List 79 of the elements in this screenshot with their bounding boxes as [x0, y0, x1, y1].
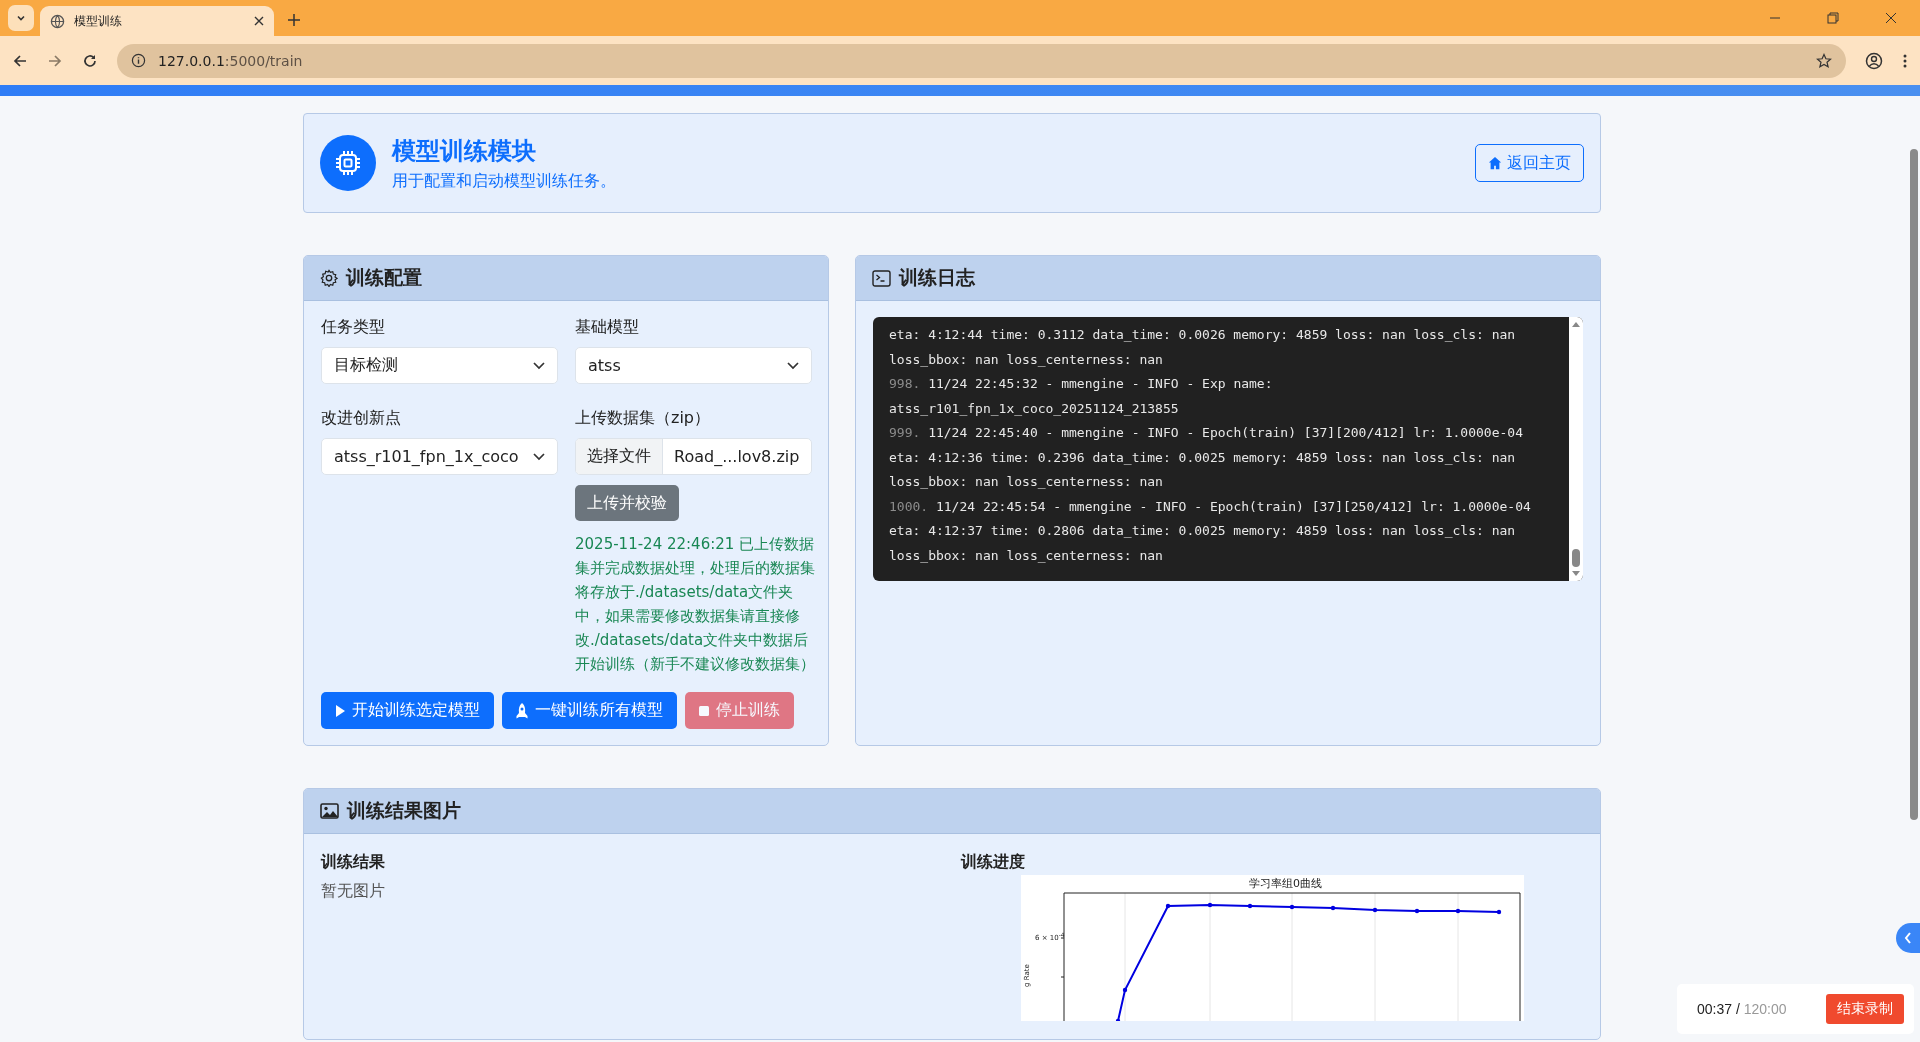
train-button[interactable]: 开始训练选定模型	[321, 692, 494, 729]
tab-title: 模型训练	[74, 12, 123, 30]
rocket-icon	[516, 702, 528, 719]
empty-text: 暂无图片	[321, 881, 386, 902]
forward-icon[interactable]	[47, 52, 63, 69]
browser-tab[interactable]: 模型训练	[40, 6, 274, 36]
page-scrollbar[interactable]	[1910, 149, 1918, 820]
panel-title: 训练配置	[346, 265, 422, 290]
globe-icon	[50, 13, 65, 29]
log-line: 1000. 11/24 22:45:54 - mmengine - INFO - Epoch(train) [37][250/412] lr: 1.0000e-04	[889, 497, 1532, 516]
data-point	[1496, 909, 1502, 915]
chevron-icon	[787, 361, 799, 370]
log-line: 999. 11/24 22:45:40 - mmengine - INFO - Epoch(train) [37][200/412] lr: 1.0000e-04	[889, 424, 1524, 442]
data-point	[1414, 908, 1420, 914]
chevron-icon	[533, 361, 545, 370]
field-label: 改进创新点	[321, 408, 401, 429]
field-label: 基础模型	[575, 317, 639, 338]
section-title: 训练进度	[961, 852, 1026, 873]
field-label: 任务类型	[321, 317, 385, 338]
chart-title: 学习率组0曲线	[1249, 876, 1322, 891]
log-line: atss_r101_fpn_1x_coco_20251124_213855	[889, 399, 1180, 418]
log-scrollbar[interactable]	[1569, 317, 1583, 581]
stop-recording-button[interactable]: 结束录制	[1826, 994, 1904, 1024]
page-title: 模型训练模块	[392, 135, 537, 167]
recording-time: 00:37 / 120:00	[1697, 1001, 1787, 1017]
data-point	[1122, 987, 1128, 993]
field-label: 上传数据集（zip）	[575, 408, 710, 429]
new-tab-icon[interactable]	[288, 14, 300, 26]
log-line: 998. 11/24 22:45:32 - mmengine - INFO - Exp name:	[889, 375, 1274, 393]
scroll-down-icon[interactable]	[1572, 571, 1580, 577]
panel-title: 训练日志	[899, 265, 975, 290]
data-point	[1247, 903, 1253, 909]
restore-icon[interactable]	[1827, 12, 1839, 24]
log-line: eta: 4:12:36 time: 0.2396 data_time: 0.0025 memory: 4859 loss: nan loss_cls: nan	[889, 448, 1517, 467]
chevron-icon	[533, 452, 545, 461]
log-line: loss_bbox: nan loss_centerness: nan	[889, 350, 1164, 369]
train-button[interactable]: 一键训练所有模型	[502, 692, 677, 729]
back-icon[interactable]	[12, 52, 28, 69]
url-text: 127.0.0.1:5000/train	[158, 52, 304, 69]
gear-icon	[320, 269, 338, 287]
data-point	[1115, 1018, 1121, 1021]
stop-icon	[699, 705, 709, 716]
log-line: eta: 4:12:37 time: 0.2806 data_time: 0.0025 memory: 4859 loss: nan loss_cls: nan	[889, 522, 1517, 540]
profile-icon[interactable]	[1865, 51, 1883, 70]
home-button[interactable]: 返回主页	[1475, 144, 1584, 182]
terminal-icon	[872, 269, 891, 287]
log-line: eta: 4:12:44 time: 0.3112 data_time: 0.0026 memory: 4859 loss: nan loss_cls: nan	[889, 326, 1517, 344]
data-point	[1455, 908, 1461, 914]
page-subtitle: 用于配置和启动模型训练任务。	[392, 170, 617, 192]
close-icon[interactable]	[254, 16, 264, 26]
play-icon	[335, 704, 345, 717]
chevron-left-icon	[1904, 932, 1912, 944]
log-line: loss_bbox: nan loss_centerness: nan	[889, 473, 1164, 491]
data-point	[1289, 904, 1295, 910]
close-icon[interactable]	[1885, 12, 1897, 24]
upload-message: 2025-11-24 22:46:21 已上传数据集并完成数据处理，处理后的数据集将存放于./datasets/data文件夹中，如果需要修改数据集请直接修改./datasets/data文件夹中数据后开始训练（新手不建议修改数据集）	[575, 534, 816, 675]
home-icon	[1488, 156, 1502, 170]
chip-icon	[320, 135, 376, 191]
data-point	[1207, 902, 1213, 908]
data-point	[1165, 903, 1171, 909]
log-line: loss_bbox: nan loss_centerness: nan	[889, 546, 1164, 565]
scroll-thumb[interactable]	[1572, 549, 1580, 567]
reload-icon[interactable]	[82, 52, 98, 69]
image-icon	[320, 803, 339, 819]
menu-icon[interactable]	[1902, 52, 1908, 69]
side-panel-toggle[interactable]	[1896, 923, 1920, 953]
data-point	[1372, 907, 1378, 913]
info-icon	[131, 53, 146, 68]
address-bar[interactable]: 127.0.0.1:5000/train	[117, 43, 1846, 78]
star-icon[interactable]	[1816, 52, 1832, 69]
data-point	[1330, 905, 1336, 911]
file-input[interactable]: 选择文件 Road_...lov8.zip	[575, 438, 812, 475]
panel-title: 训练结果图片	[347, 798, 461, 823]
select-field[interactable]: atss	[575, 347, 812, 384]
select-field[interactable]: atss_r101_fpn_1x_coco	[321, 438, 558, 475]
section-title: 训练结果	[321, 852, 386, 873]
select-field[interactable]: 目标检测	[321, 347, 558, 384]
scroll-up-icon[interactable]	[1572, 321, 1580, 327]
upload-button[interactable]: 上传并校验	[575, 485, 679, 521]
